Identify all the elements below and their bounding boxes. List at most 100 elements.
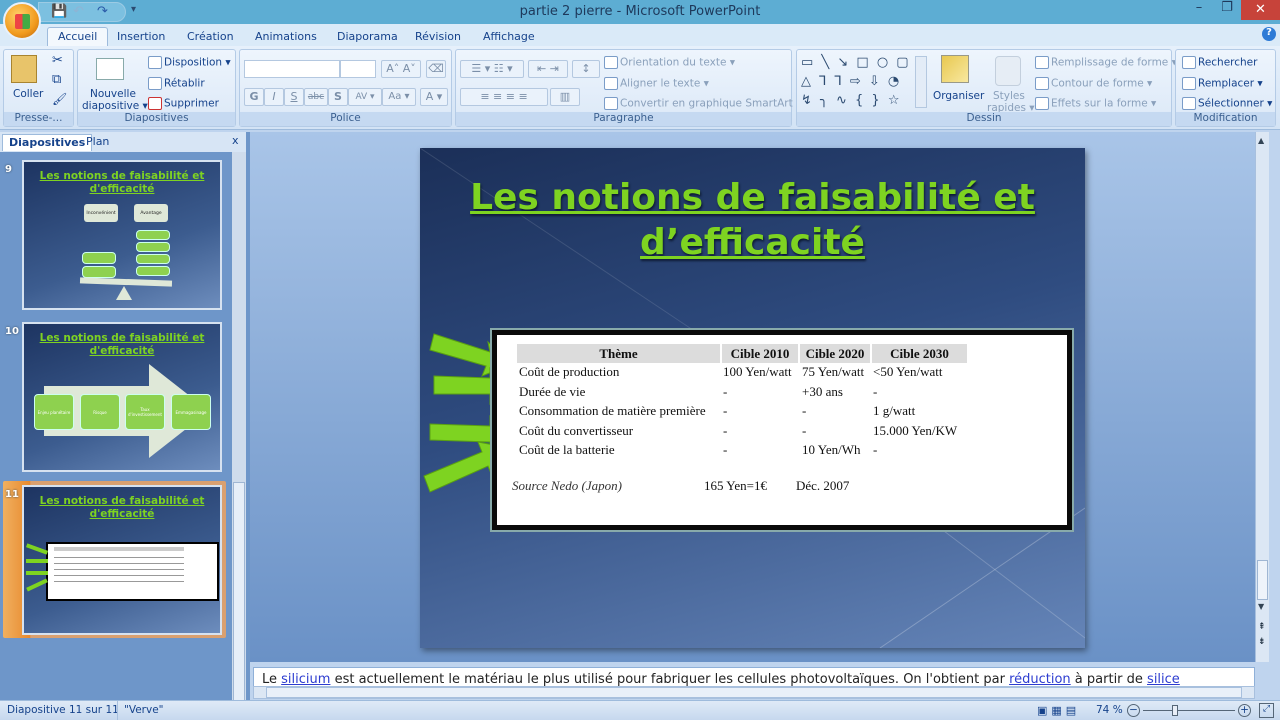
- shapes-gallery[interactable]: ▭ ╲ ↘ □ ○ ▢ △ ⅂ ⅂ ⇨ ⇩ ◔ ↯ ╮ ∿ { } ☆: [801, 53, 915, 113]
- horizontal-scrollbar[interactable]: [253, 686, 1255, 699]
- thumb-step: Enjeu planétaire: [34, 394, 74, 430]
- scroll-up-icon[interactable]: ▲: [1258, 136, 1264, 145]
- thumb-box: [136, 242, 170, 252]
- next-slide-icon[interactable]: ⇟: [1258, 637, 1266, 647]
- tab-affichage[interactable]: Affichage: [473, 28, 545, 46]
- clear-format-button[interactable]: ⌫: [426, 60, 446, 78]
- shape-fill-button[interactable]: Remplissage de forme ▾: [1035, 56, 1177, 69]
- underline-button[interactable]: S: [284, 88, 304, 106]
- scroll-thumb[interactable]: [233, 482, 245, 702]
- slide-thumbnail-9[interactable]: Les notions de faisabilité et d'efficaci…: [22, 160, 222, 310]
- paste-button[interactable]: Coller: [13, 88, 43, 100]
- new-slide-icon[interactable]: [96, 58, 124, 80]
- reset-button[interactable]: Rétablir: [148, 77, 205, 90]
- layout-button[interactable]: Disposition ▾: [148, 56, 231, 69]
- format-painter-icon[interactable]: 🖌: [52, 92, 67, 106]
- restore-button[interactable]: ❐: [1213, 0, 1241, 20]
- bold-button[interactable]: G: [244, 88, 264, 106]
- layout-label: Disposition ▾: [164, 56, 231, 69]
- tab-revision[interactable]: Révision: [405, 28, 471, 46]
- table-header: Cible 2010: [722, 344, 798, 363]
- scroll-down-icon[interactable]: ▼: [1258, 602, 1264, 611]
- group-label[interactable]: Presse-...: [4, 112, 73, 126]
- zoom-slider[interactable]: [1143, 710, 1235, 711]
- shrink-font[interactable]: A˅: [403, 62, 416, 75]
- smartart-button[interactable]: Convertir en graphique SmartArt ▾: [604, 97, 801, 110]
- grow-font[interactable]: A˄: [386, 62, 399, 75]
- align-text-button[interactable]: Aligner le texte ▾: [604, 77, 709, 90]
- vertical-scrollbar[interactable]: ▲ ▼ ⇞ ⇟: [1255, 132, 1269, 662]
- select-button[interactable]: Sélectionner ▾: [1182, 97, 1272, 110]
- office-button[interactable]: [3, 2, 41, 40]
- help-icon[interactable]: ?: [1262, 27, 1276, 41]
- table-source: Source Nedo (Japon): [512, 478, 622, 493]
- cut-icon[interactable]: ✂: [52, 53, 63, 68]
- minimize-button[interactable]: –: [1185, 0, 1213, 20]
- customize-qat-icon[interactable]: ▾: [131, 4, 136, 15]
- text-direction-button[interactable]: Orientation du texte ▾: [604, 56, 735, 69]
- arrange-button[interactable]: Organiser: [933, 90, 984, 102]
- delete-slide-button[interactable]: Supprimer: [148, 97, 219, 110]
- close-button[interactable]: ✕: [1241, 0, 1280, 20]
- shadow-button[interactable]: S: [328, 88, 348, 106]
- indent-buttons[interactable]: ⇤ ⇥: [528, 60, 568, 78]
- theme-name: "Verve": [124, 704, 164, 716]
- zoom-slider-thumb[interactable]: [1172, 705, 1178, 716]
- close-pane-icon[interactable]: x: [232, 134, 239, 147]
- alignment-buttons[interactable]: ≡ ≡ ≡ ≡: [460, 88, 548, 106]
- fit-to-window-icon[interactable]: ⤢: [1259, 703, 1274, 718]
- tab-outline[interactable]: Plan: [80, 134, 115, 151]
- tab-slides[interactable]: Diapositives: [2, 134, 93, 151]
- new-slide-dropdown[interactable]: diapositive ▾: [82, 100, 148, 112]
- notes-pane[interactable]: Le silicium est actuellement le matériau…: [253, 667, 1255, 687]
- tab-diaporama[interactable]: Diaporama: [327, 28, 408, 46]
- scroll-thumb[interactable]: [1257, 560, 1268, 600]
- zoom-level[interactable]: 74 %: [1096, 704, 1123, 716]
- reset-icon: [148, 77, 162, 90]
- gallery-scroll[interactable]: [915, 56, 927, 108]
- redo-icon[interactable]: ↷: [97, 4, 108, 19]
- pane-scrollbar[interactable]: [232, 152, 246, 702]
- italic-button[interactable]: I: [264, 88, 284, 106]
- previous-slide-icon[interactable]: ⇞: [1258, 622, 1266, 632]
- find-button[interactable]: Rechercher: [1182, 56, 1257, 69]
- shape-effects-button[interactable]: Effets sur la forme ▾: [1035, 97, 1156, 110]
- notes-link[interactable]: réduction: [1009, 672, 1071, 686]
- slide-thumbnail-11[interactable]: Les notions de faisabilité et d'efficaci…: [22, 485, 222, 635]
- replace-button[interactable]: Remplacer ▾: [1182, 77, 1263, 90]
- copy-icon[interactable]: ⧉: [52, 72, 61, 87]
- new-slide-button[interactable]: Nouvelle: [90, 88, 136, 100]
- tab-accueil[interactable]: Accueil: [47, 27, 109, 47]
- tab-animations[interactable]: Animations: [245, 28, 327, 46]
- tab-insertion[interactable]: Insertion: [107, 28, 175, 46]
- notes-link[interactable]: silicium: [281, 672, 330, 686]
- slide-title-line1[interactable]: Les notions de faisabilité et: [420, 175, 1085, 221]
- undo-icon[interactable]: ↶: [73, 4, 84, 19]
- slide-number: 11: [5, 489, 19, 500]
- zoom-out-button[interactable]: −: [1127, 704, 1140, 717]
- notes-link[interactable]: silice: [1147, 672, 1180, 686]
- font-name-input[interactable]: [244, 60, 340, 78]
- font-grow-shrink-buttons[interactable]: A˄ A˅: [381, 60, 421, 78]
- current-slide[interactable]: Les notions de faisabilité et d’efficaci…: [420, 148, 1085, 648]
- quick-styles-button[interactable]: Styles: [993, 90, 1025, 102]
- font-size-input[interactable]: [340, 60, 376, 78]
- paste-icon[interactable]: [11, 55, 37, 83]
- change-case-button[interactable]: Aa ▾: [382, 88, 416, 106]
- shape-outline-button[interactable]: Contour de forme ▾: [1035, 77, 1152, 90]
- font-color-button[interactable]: A ▾: [420, 88, 448, 106]
- scroll-thumb[interactable]: [266, 687, 1242, 698]
- tab-creation[interactable]: Création: [177, 28, 244, 46]
- view-buttons[interactable]: ▣▦▤: [1037, 704, 1091, 717]
- slide-thumbnail-10[interactable]: Les notions de faisabilité et d'efficaci…: [22, 322, 222, 472]
- columns-button[interactable]: ▥: [550, 88, 580, 106]
- line-spacing-button[interactable]: ↕: [572, 60, 600, 78]
- thumb-arrow: [26, 571, 48, 575]
- list-buttons[interactable]: ☰ ▾ ☷ ▾: [460, 60, 524, 78]
- char-spacing-button[interactable]: AV ▾: [348, 88, 382, 106]
- strikethrough-button[interactable]: abc: [304, 88, 328, 106]
- save-icon[interactable]: 💾: [51, 4, 67, 19]
- slide-title-line2[interactable]: d’efficacité: [420, 220, 1085, 266]
- zoom-in-button[interactable]: +: [1238, 704, 1251, 717]
- replace-icon: [1182, 77, 1196, 90]
